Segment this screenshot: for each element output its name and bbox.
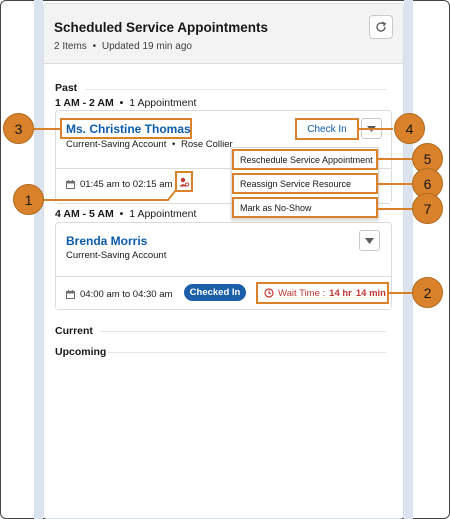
callout-2-line bbox=[389, 292, 413, 294]
slot-range-1: 1 AM - 2 AM bbox=[55, 97, 114, 109]
slot-range-2: 4 AM - 5 AM bbox=[55, 208, 114, 220]
panel-meta: 2 Items • Updated 19 min ago bbox=[54, 41, 192, 52]
wait-time-indicator: Wait Time : 14 hr 14 min bbox=[256, 282, 389, 304]
callout-6-line bbox=[377, 183, 413, 185]
panel-header: Scheduled Service Appointments 2 Items •… bbox=[44, 4, 403, 64]
account-type-1: Current-Saving Account bbox=[66, 139, 167, 150]
menu-item-reassign[interactable]: Reassign Service Resource bbox=[232, 173, 378, 194]
callout-1: 1 bbox=[13, 184, 44, 215]
menu-item-no-show[interactable]: Mark as No-Show bbox=[232, 197, 378, 218]
page-background-left bbox=[34, 0, 43, 519]
section-current-rule bbox=[100, 331, 386, 332]
section-upcoming-rule bbox=[108, 352, 386, 353]
clock-icon bbox=[264, 288, 274, 298]
account-line-1: Current-Saving Account • Rose Collier bbox=[66, 139, 233, 150]
updated-time: Updated 19 min ago bbox=[101, 41, 192, 52]
slot-bullet-2: • bbox=[119, 208, 124, 220]
section-upcoming: Upcoming bbox=[55, 346, 107, 358]
card-2-dropdown-button[interactable] bbox=[359, 230, 380, 251]
customer-name-link-2[interactable]: Brenda Morris bbox=[66, 234, 147, 248]
panel-title: Scheduled Service Appointments bbox=[54, 20, 269, 35]
time-line-2: 04:00 am to 04:30 am bbox=[66, 289, 172, 300]
page-background-right bbox=[404, 0, 413, 519]
slot-count-2: 1 Appointment bbox=[129, 208, 197, 220]
item-count: 2 Items bbox=[54, 41, 87, 52]
actions-menu: Reschedule Service Appointment Reassign … bbox=[231, 147, 379, 219]
calendar-icon bbox=[66, 290, 75, 299]
refresh-button[interactable] bbox=[369, 15, 393, 39]
slot-header-2: 4 AM - 5 AM • 1 Appointment bbox=[55, 208, 196, 220]
callout-3-line bbox=[33, 128, 61, 130]
callout-5-line bbox=[377, 158, 413, 160]
callout-4-line bbox=[359, 128, 393, 130]
refresh-icon bbox=[376, 21, 387, 32]
wait-time-hours: 14 hr bbox=[329, 287, 352, 299]
menu-item-reschedule[interactable]: Reschedule Service Appointment bbox=[232, 149, 378, 170]
account-type-2: Current-Saving Account bbox=[66, 250, 167, 261]
wait-time-minutes: 14 min bbox=[355, 287, 386, 299]
callout-7: 7 bbox=[412, 193, 443, 224]
checked-in-badge: Checked In bbox=[184, 284, 246, 301]
chevron-down-icon bbox=[365, 237, 374, 244]
resource-name-1: Rose Collier bbox=[180, 139, 233, 150]
customer-name-link-1[interactable]: Ms. Christine Thomas bbox=[66, 122, 191, 136]
slot-bullet-1: • bbox=[119, 97, 124, 109]
callout-7-line bbox=[377, 208, 413, 210]
slot-header-1: 1 AM - 2 AM • 1 Appointment bbox=[55, 97, 196, 109]
section-current: Current bbox=[55, 325, 93, 337]
service-resource-icon bbox=[179, 177, 189, 187]
account-bullet-1: • bbox=[171, 139, 176, 150]
time-range-2: 04:00 am to 04:30 am bbox=[80, 289, 173, 300]
callout-3: 3 bbox=[3, 113, 34, 144]
meta-separator: • bbox=[92, 41, 97, 52]
check-in-button[interactable]: Check In bbox=[295, 118, 359, 140]
callout-2: 2 bbox=[412, 277, 443, 308]
slot-count-1: 1 Appointment bbox=[129, 97, 197, 109]
callout-4: 4 bbox=[394, 113, 425, 144]
wait-time-label: Wait Time : bbox=[278, 287, 326, 299]
section-past: Past bbox=[55, 82, 78, 94]
callout-1-line bbox=[40, 189, 177, 201]
section-past-rule bbox=[86, 89, 386, 90]
